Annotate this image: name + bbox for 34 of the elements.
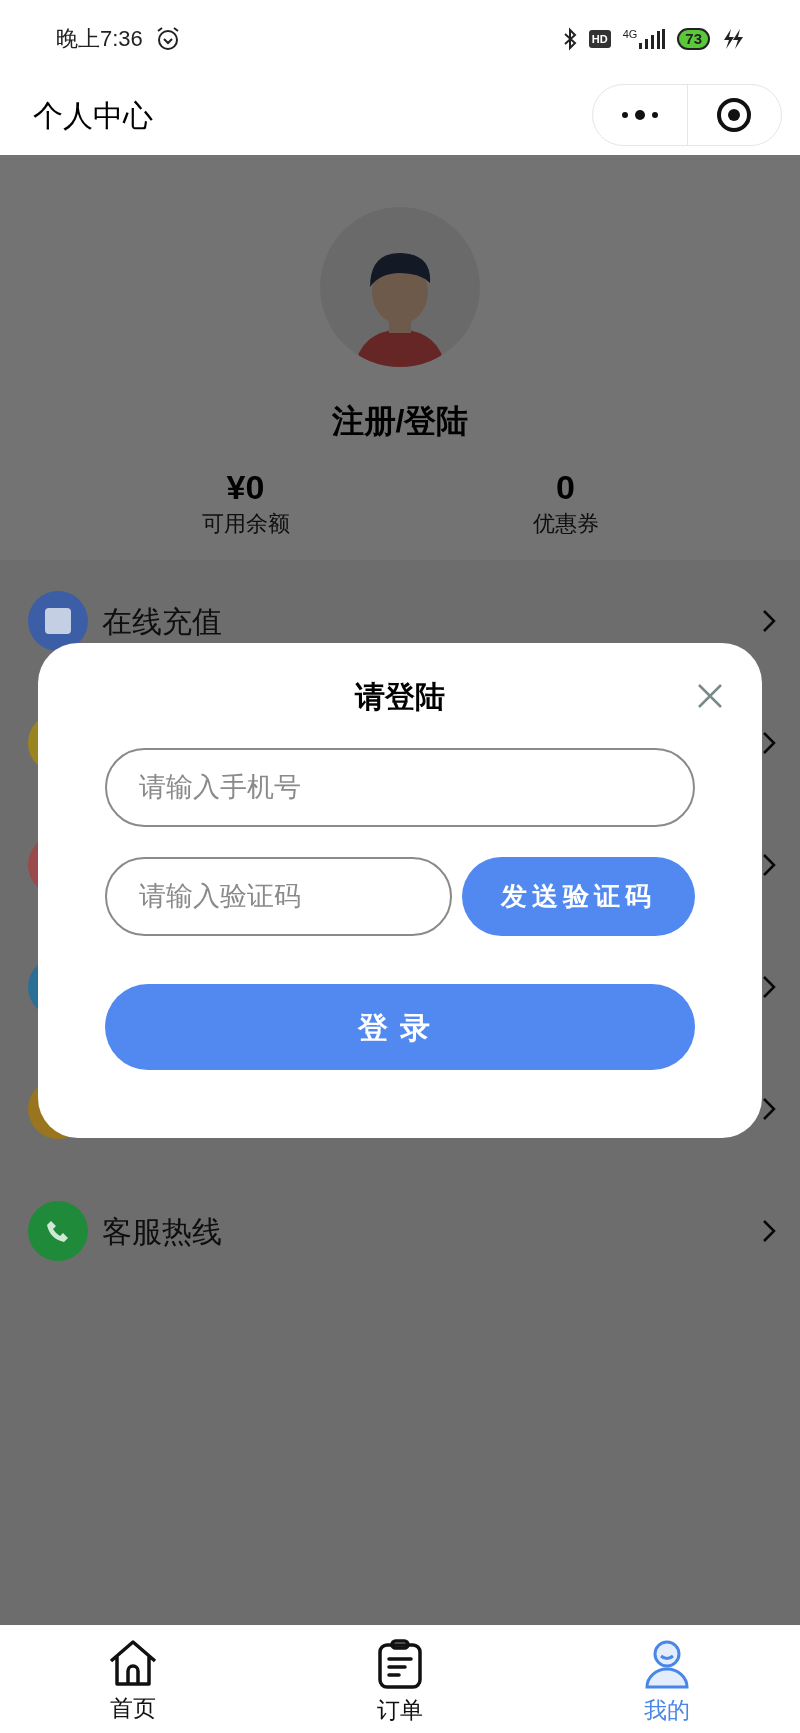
- menu-label: 在线充值: [102, 603, 223, 640]
- status-time: 晚上7:36: [56, 25, 143, 53]
- charging-icon: [722, 28, 744, 49]
- phone-field[interactable]: 请输入手机号: [105, 748, 695, 827]
- page-title: 个人中心: [33, 97, 153, 134]
- send-code-button[interactable]: 发送验证码: [462, 857, 695, 936]
- battery-indicator: 73: [677, 27, 710, 50]
- hd-badge: HD: [588, 29, 611, 48]
- close-icon: [697, 683, 723, 709]
- chevron-icon: [762, 1097, 776, 1121]
- home-icon: [108, 1639, 159, 1687]
- tab-item[interactable]: 我的: [533, 1625, 800, 1733]
- tab-item[interactable]: 订单: [266, 1625, 534, 1733]
- network-label: 4G: [622, 28, 638, 40]
- chevron-icon: [762, 975, 776, 999]
- chevron-icon: [762, 853, 776, 877]
- code-field[interactable]: 请输入验证码: [105, 857, 452, 936]
- stat-value: ¥0: [226, 467, 265, 507]
- stat-value: 0: [556, 467, 575, 507]
- chevron-icon: [762, 1219, 776, 1243]
- login-link[interactable]: 注册/登陆: [331, 397, 469, 445]
- stat-label: 可用余额: [201, 510, 290, 538]
- chevron-icon: [762, 731, 776, 755]
- tab-item[interactable]: 首页: [0, 1625, 267, 1733]
- signal-icon: [639, 28, 666, 49]
- target-icon: [716, 97, 753, 133]
- clipboard-icon: [377, 1639, 423, 1689]
- stat-label: 优惠券: [532, 510, 599, 538]
- bluetooth-icon: [562, 26, 577, 51]
- login-button[interactable]: 登录: [105, 984, 695, 1070]
- chevron-icon: [762, 609, 776, 633]
- more-icon: [619, 109, 660, 121]
- person-icon: [643, 1639, 690, 1689]
- menu-label: 客服热线: [102, 1213, 223, 1250]
